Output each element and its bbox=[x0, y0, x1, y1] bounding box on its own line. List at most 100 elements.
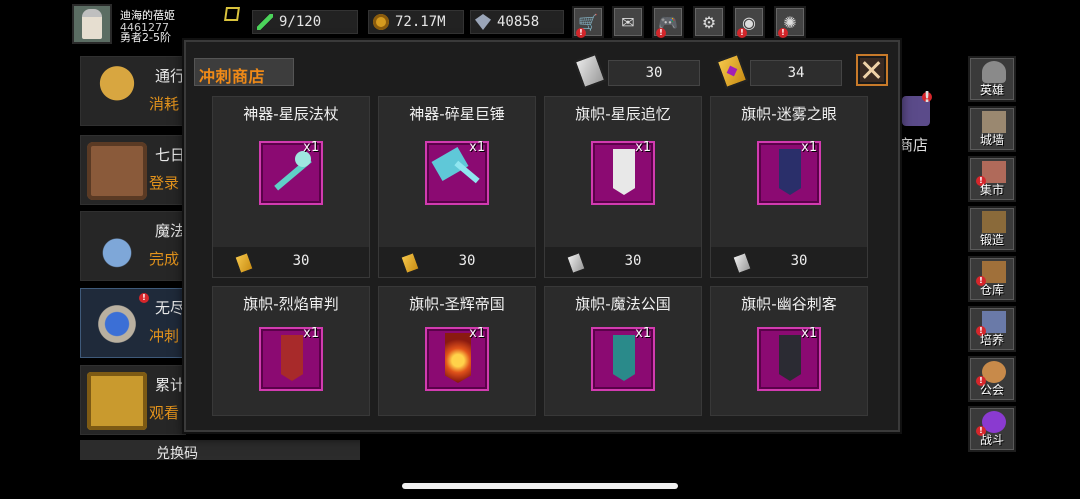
treasure-chest-icon bbox=[87, 372, 147, 430]
side-btn-wall[interactable]: 城墙 bbox=[968, 106, 1016, 152]
energy-value: 9/120 bbox=[279, 14, 322, 30]
side-btn-label: 仓库 bbox=[979, 283, 1004, 297]
item-name: 旗帜-星辰追忆 bbox=[575, 105, 671, 123]
gamepad-button[interactable]: 🎮! bbox=[652, 6, 684, 38]
shop-item[interactable]: 旗帜-魔法公国 x1 bbox=[544, 286, 702, 416]
item-quantity: x1 bbox=[635, 326, 651, 341]
shop-item[interactable]: 旗帜-幽谷刺客 x1 bbox=[710, 286, 868, 416]
side-btn-label: 公会 bbox=[979, 383, 1004, 397]
gold-value: 72.17M bbox=[395, 14, 446, 30]
event-card-magic[interactable]: 魔法 完成 bbox=[80, 211, 186, 281]
event-card-seven-days[interactable]: 七日 登录 bbox=[80, 135, 186, 205]
event-card-cumulative[interactable]: 累计 观看 bbox=[80, 365, 186, 435]
notification-badge: ! bbox=[737, 28, 747, 38]
item-quantity: x1 bbox=[303, 326, 319, 341]
home-indicator[interactable] bbox=[402, 483, 678, 489]
event-subtitle: 观看 bbox=[149, 404, 180, 422]
dialog-title: 冲刺商店 bbox=[199, 67, 266, 86]
diamond-icon bbox=[475, 14, 491, 30]
item-name: 旗帜-魔法公国 bbox=[575, 295, 671, 313]
item-quantity: x1 bbox=[801, 140, 817, 155]
price-bar: 30 bbox=[213, 247, 369, 277]
item-name: 神器-碎星巨锤 bbox=[409, 105, 505, 123]
scroll-icon bbox=[87, 142, 147, 200]
mail-icon: ✉ bbox=[621, 12, 635, 32]
shop-item[interactable]: 旗帜-烈焰审判 x1 bbox=[212, 286, 370, 416]
silver-token-count: 30 bbox=[608, 60, 700, 86]
event-subtitle: 完成 bbox=[149, 250, 180, 268]
event-subtitle: 登录 bbox=[149, 174, 180, 192]
gold-coin-icon bbox=[373, 14, 389, 30]
side-btn-guild[interactable]: ! 公会 bbox=[968, 356, 1016, 402]
side-btn-market[interactable]: ! 集市 bbox=[968, 156, 1016, 202]
item-name: 神器-星辰法杖 bbox=[243, 105, 339, 123]
item-name: 旗帜-圣辉帝国 bbox=[409, 295, 505, 313]
side-btn-label: 培养 bbox=[979, 333, 1004, 347]
item-price: 30 bbox=[458, 253, 476, 269]
top-status-bar: 迪海的蓓姬 4461277 勇者2-5阶 9/120 72.17M 40858 … bbox=[0, 0, 1080, 44]
side-btn-cultivate[interactable]: ! 培养 bbox=[968, 306, 1016, 352]
color-wheel-button[interactable]: ◉! bbox=[733, 6, 765, 38]
shop-item[interactable]: 神器-碎星巨锤 x1 30 bbox=[378, 96, 536, 278]
anvil-icon bbox=[982, 211, 1006, 233]
avatar[interactable] bbox=[72, 4, 112, 44]
wall-icon bbox=[982, 111, 1006, 133]
item-quantity: x1 bbox=[469, 140, 485, 155]
side-btn-label: 锻造 bbox=[979, 233, 1004, 247]
item-price: 30 bbox=[624, 253, 642, 269]
edit-name-icon[interactable] bbox=[224, 7, 240, 21]
side-btn-hero[interactable]: 英雄 bbox=[968, 56, 1016, 102]
gold-token-count: 34 bbox=[750, 60, 842, 86]
shop-cart-button[interactable]: 🛒! bbox=[572, 6, 604, 38]
item-quantity: x1 bbox=[469, 326, 485, 341]
event-title: 七日 bbox=[155, 146, 186, 164]
sprint-shop-dialog: 冲刺商店 30 34 神器-星辰法杖 x1 30 神器-碎星巨锤 x1 30 旗… bbox=[184, 40, 900, 432]
side-btn-label: 战斗 bbox=[979, 433, 1004, 447]
item-quantity: x1 bbox=[635, 140, 651, 155]
golden-chalice-icon bbox=[87, 63, 147, 121]
notification-badge: ! bbox=[778, 28, 788, 38]
gold-counter: 72.17M bbox=[368, 10, 464, 34]
item-price: 30 bbox=[790, 253, 808, 269]
shop-item[interactable]: 旗帜-迷雾之眼 x1 30 bbox=[710, 96, 868, 278]
event-title: 累计 bbox=[155, 376, 186, 394]
event-title: 通行 bbox=[155, 67, 186, 85]
event-card-pass[interactable]: 通行 消耗 bbox=[80, 56, 186, 126]
price-bar: 30 bbox=[379, 247, 535, 277]
side-btn-label: 集市 bbox=[979, 183, 1004, 197]
item-name: 旗帜-迷雾之眼 bbox=[741, 105, 837, 123]
shop-item[interactable]: 旗帜-星辰追忆 x1 30 bbox=[544, 96, 702, 278]
item-price: 30 bbox=[292, 253, 310, 269]
side-btn-battle[interactable]: ! 战斗 bbox=[968, 406, 1016, 452]
event-subtitle: 消耗 bbox=[149, 95, 180, 113]
settings-gear-icon: ⚙ bbox=[701, 12, 717, 32]
side-btn-forge[interactable]: 锻造 bbox=[968, 206, 1016, 252]
side-btn-label: 英雄 bbox=[979, 83, 1004, 97]
player-rank: 勇者2-5阶 bbox=[120, 31, 171, 44]
mirror-shield-icon bbox=[87, 295, 147, 353]
event-card-endless[interactable]: ! 无尽 冲刺 bbox=[80, 288, 186, 358]
web-button[interactable]: ✺! bbox=[774, 6, 806, 38]
redeem-code-label: 兑换码 bbox=[156, 446, 198, 462]
background-shop-entry: ! 商店 bbox=[898, 88, 958, 182]
side-btn-label: 城墙 bbox=[979, 133, 1004, 147]
event-title: 无尽 bbox=[155, 299, 186, 317]
settings-button[interactable]: ⚙ bbox=[693, 6, 725, 38]
gem-value: 40858 bbox=[497, 14, 540, 30]
mail-button[interactable]: ✉ bbox=[612, 6, 644, 38]
event-title: 魔法 bbox=[155, 222, 186, 240]
redeem-code-row[interactable]: 兑换码 bbox=[80, 440, 360, 462]
shop-item[interactable]: 神器-星辰法杖 x1 30 bbox=[212, 96, 370, 278]
shop-label: 商店 bbox=[898, 136, 929, 154]
shop-item[interactable]: 旗帜-圣辉帝国 x1 bbox=[378, 286, 536, 416]
lightning-icon bbox=[257, 14, 273, 30]
silver-token-icon bbox=[573, 52, 607, 90]
item-quantity: x1 bbox=[303, 140, 319, 155]
notification-badge: ! bbox=[922, 88, 932, 106]
close-button[interactable] bbox=[856, 54, 888, 86]
side-btn-warehouse[interactable]: ! 仓库 bbox=[968, 256, 1016, 302]
item-quantity: x1 bbox=[801, 326, 817, 341]
item-name: 旗帜-烈焰审判 bbox=[243, 295, 339, 313]
notification-badge: ! bbox=[576, 28, 586, 38]
energy-counter: 9/120 bbox=[252, 10, 358, 34]
